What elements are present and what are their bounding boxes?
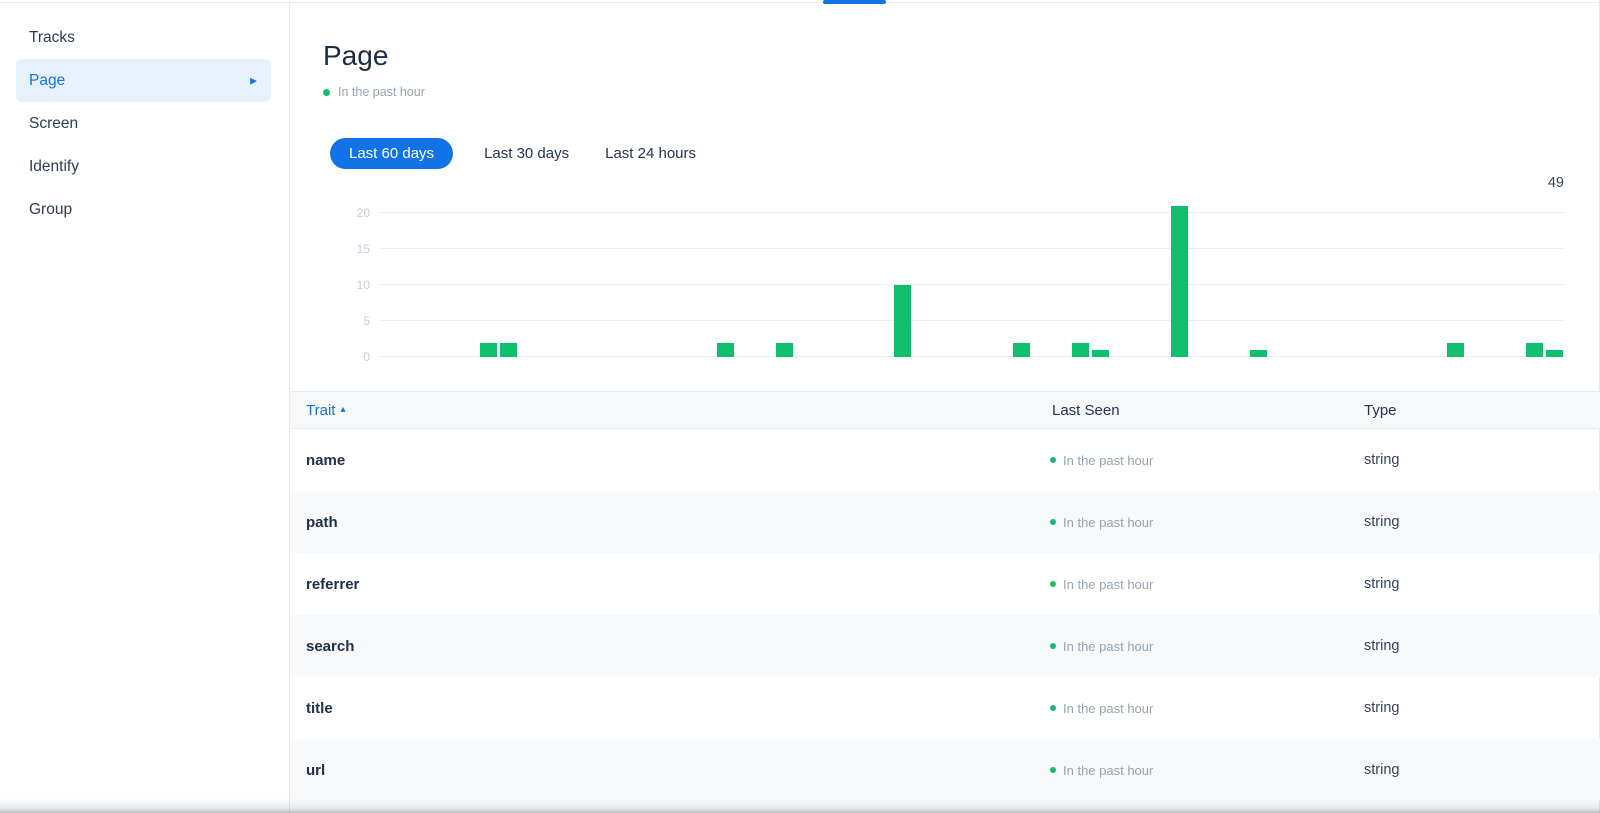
trait-type: string [1364, 553, 1399, 615]
main-content: Page In the past hour Last 60 days Last 3… [290, 3, 1600, 813]
chart-bar-day-17 [717, 343, 734, 357]
table-header: Trait ▴ Last Seen Type [290, 391, 1600, 429]
sidebar-item-label: Screen [29, 115, 78, 133]
last-seen-cell: In the past hour [1050, 491, 1153, 553]
column-header-label: Last Seen [1052, 402, 1120, 419]
last-seen-text: In the past hour [1063, 763, 1153, 778]
trait-type: string [1364, 739, 1399, 801]
last-seen-dot-icon [1050, 581, 1056, 587]
time-range-filters: Last 60 days Last 30 days Last 24 hours [330, 138, 727, 169]
chart-bar-day-26 [894, 285, 911, 357]
last-seen-cell: In the past hour [1050, 739, 1153, 801]
last-seen-cell: In the past hour [1050, 429, 1153, 491]
y-axis-tick-label: 0 [320, 351, 370, 363]
chart-gridline [380, 248, 1564, 249]
trait-type: string [1364, 429, 1399, 491]
chart-bar-day-54 [1447, 343, 1464, 357]
last-seen-text: In the past hour [1063, 515, 1153, 530]
sort-ascending-icon: ▴ [340, 405, 345, 415]
trait-name: url [306, 739, 325, 801]
last-seen-dot-icon [1050, 767, 1056, 773]
filter-last-24-hours[interactable]: Last 24 hours [600, 138, 701, 169]
y-axis-tick-label: 5 [320, 315, 370, 327]
table-row-name[interactable]: name In the past hour string [290, 429, 1600, 491]
column-header-label: Trait [306, 402, 335, 419]
table-row-referrer[interactable]: referrer In the past hour string [290, 553, 1600, 615]
chart-bar-day-20 [776, 343, 793, 357]
sidebar-item-label: Page [29, 72, 65, 90]
bar-chart: 49 05101520 [380, 198, 1564, 357]
last-seen-dot-icon [1050, 519, 1056, 525]
trait-name: title [306, 677, 333, 739]
sidebar: Tracks Page ▶ Screen Identify Group [0, 3, 290, 813]
chart-bar-day-6 [500, 343, 517, 357]
sidebar-item-label: Group [29, 201, 72, 219]
chart-bar-day-58 [1526, 343, 1543, 357]
trait-name: path [306, 491, 338, 553]
chart-gridline [380, 212, 1564, 213]
chevron-right-icon: ▶ [250, 76, 257, 85]
chart-bar-day-5 [480, 343, 497, 357]
sidebar-item-label: Tracks [29, 29, 75, 47]
chart-bar-day-44 [1250, 350, 1267, 357]
filter-last-30-days[interactable]: Last 30 days [479, 138, 574, 169]
sidebar-item-screen[interactable]: Screen [0, 102, 289, 145]
y-axis-tick-label: 15 [320, 243, 370, 255]
sidebar-item-identify[interactable]: Identify [0, 145, 289, 188]
last-seen-dot-icon [1050, 457, 1056, 463]
last-seen-dot-icon [1050, 643, 1056, 649]
chart-bar-day-35 [1072, 343, 1089, 357]
table-row-url[interactable]: url In the past hour string [290, 739, 1600, 801]
sidebar-nav: Tracks Page ▶ Screen Identify Group [0, 16, 289, 231]
table-row-path[interactable]: path In the past hour string [290, 491, 1600, 553]
last-seen-cell: In the past hour [1050, 553, 1153, 615]
column-header-type[interactable]: Type [1364, 392, 1397, 428]
chart-bar-day-59 [1546, 350, 1563, 357]
filter-last-60-days[interactable]: Last 60 days [330, 138, 453, 169]
sidebar-item-page[interactable]: Page ▶ [16, 59, 271, 102]
page-title: Page [323, 39, 388, 73]
column-header-label: Type [1364, 402, 1397, 419]
column-header-trait[interactable]: Trait ▴ [306, 392, 345, 428]
status-text: In the past hour [338, 85, 425, 99]
chart-gridline [380, 320, 1564, 321]
trait-name: name [306, 429, 345, 491]
table-row-title[interactable]: title In the past hour string [290, 677, 1600, 739]
trait-type: string [1364, 491, 1399, 553]
last-seen-dot-icon [1050, 705, 1056, 711]
y-axis-tick-label: 10 [320, 279, 370, 291]
sidebar-item-tracks[interactable]: Tracks [0, 16, 289, 59]
last-seen-text: In the past hour [1063, 639, 1153, 654]
table-row-search[interactable]: search In the past hour string [290, 615, 1600, 677]
trait-type: string [1364, 677, 1399, 739]
last-seen-cell: In the past hour [1050, 677, 1153, 739]
column-header-last-seen[interactable]: Last Seen [1052, 392, 1120, 428]
table-body: name In the past hour string path In the pas… [290, 429, 1600, 801]
chart-bar-day-32 [1013, 343, 1030, 357]
trait-name: search [306, 615, 354, 677]
y-axis-tick-label: 20 [320, 207, 370, 219]
trait-name: referrer [306, 553, 359, 615]
page-status: In the past hour [323, 85, 425, 99]
trait-type: string [1364, 615, 1399, 677]
status-dot-icon [323, 89, 330, 96]
chart-bar-day-36 [1092, 350, 1109, 357]
bottom-shadow [0, 798, 1600, 813]
last-seen-text: In the past hour [1063, 453, 1153, 468]
last-seen-cell: In the past hour [1050, 615, 1153, 677]
chart-gridline [380, 284, 1564, 285]
chart-gridline [380, 356, 1564, 357]
app-root: Tracks Page ▶ Screen Identify Group Page In t… [0, 0, 1600, 813]
last-seen-text: In the past hour [1063, 701, 1153, 716]
chart-total-label: 49 [1548, 175, 1564, 191]
chart-bar-day-40 [1171, 206, 1188, 357]
sidebar-item-group[interactable]: Group [0, 188, 289, 231]
sidebar-item-label: Identify [29, 158, 79, 176]
last-seen-text: In the past hour [1063, 577, 1153, 592]
